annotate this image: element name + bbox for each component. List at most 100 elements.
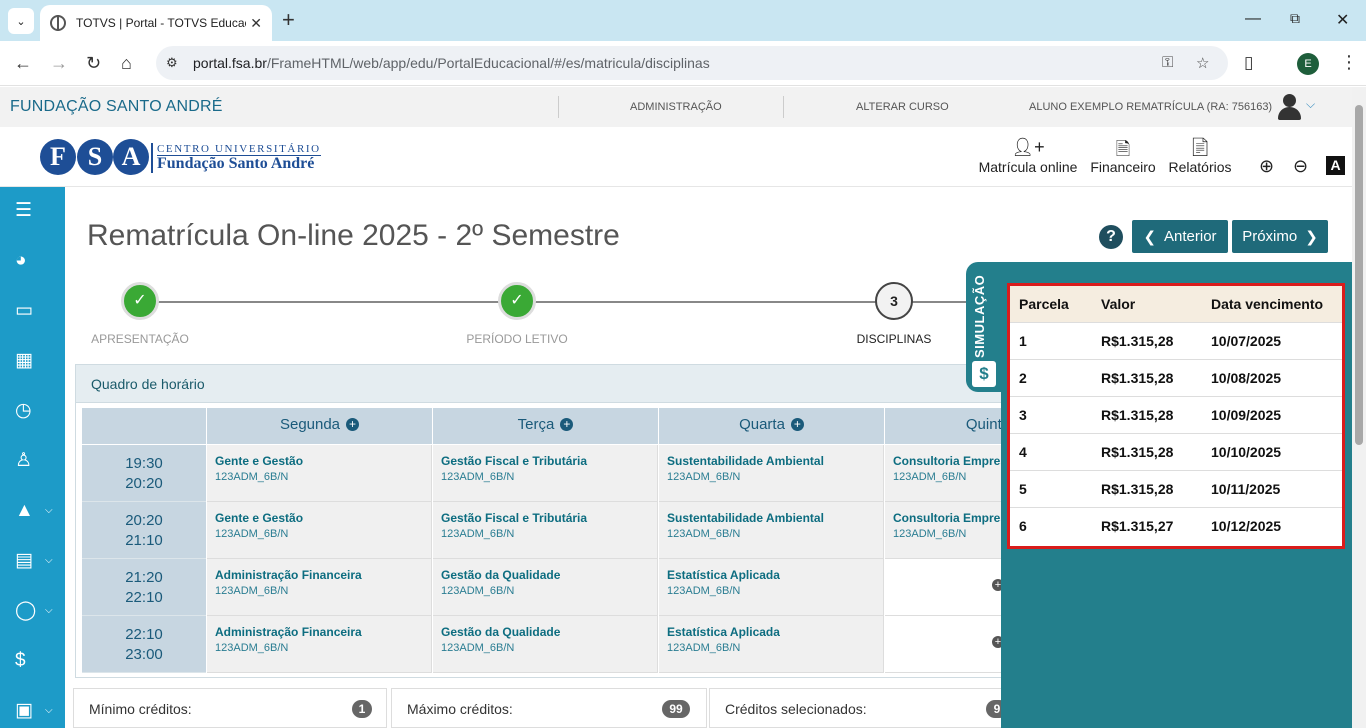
day-label: Quinta [965, 416, 1004, 433]
schedule-cell[interactable]: Gestão Fiscal e Tributária 123ADM_6B/N [433, 502, 658, 559]
window-close-icon[interactable]: ✕ [1336, 10, 1349, 30]
column-header: Valor [1101, 296, 1136, 312]
chevron-down-icon[interactable]: ⌵ [1306, 97, 1315, 112]
admin-link[interactable]: ADMINISTRAÇÃO [630, 101, 722, 113]
schedule-cell[interactable]: Estatística Aplicada 123ADM_6B/N [659, 616, 884, 673]
schedule-cell[interactable]: Consultoria Empresarial 123ADM_6B/N [885, 502, 1004, 559]
add-circle-icon[interactable]: + [346, 418, 360, 431]
profile-avatar[interactable]: E [1297, 53, 1319, 75]
minimize-icon[interactable]: — [1245, 10, 1261, 28]
schedule-cell[interactable]: Gente e Gestão 123ADM_6B/N [207, 502, 432, 559]
time-column-header [82, 408, 207, 444]
time-slot: 20:20 21:10 [82, 502, 206, 559]
step-3-number[interactable]: 3 [875, 282, 913, 320]
installment-value: R$1.315,28 [1101, 444, 1174, 460]
contrast-icon[interactable]: A [1326, 156, 1345, 175]
add-circle-icon[interactable]: + [790, 418, 804, 431]
subject-name: Consultoria Empresarial [893, 454, 1004, 468]
subject-name: Gestão Fiscal e Tributária [441, 511, 588, 525]
page-title: Rematrícula On-line 2025 - 2º Semestre [87, 219, 620, 252]
logo-divider [151, 143, 153, 173]
browser-tab-strip: ⌄ TOTVS | Portal - TOTVS Educaci ✕ + — ⧉… [0, 0, 1366, 41]
subject-name: Sustentabilidade Ambiental [667, 511, 824, 525]
schedule-cell[interactable]: Gestão da Qualidade 123ADM_6B/N [433, 559, 658, 616]
change-course-link[interactable]: ALTERAR CURSO [856, 101, 949, 113]
back-icon[interactable]: ← [14, 53, 32, 73]
schedule-cell[interactable]: Gente e Gestão 123ADM_6B/N [207, 445, 432, 502]
browser-tab[interactable]: TOTVS | Portal - TOTVS Educaci ✕ [40, 5, 272, 41]
step-2-check-icon[interactable]: ✓ [498, 282, 536, 320]
schedule-cell[interactable]: Gestão da Qualidade 123ADM_6B/N [433, 616, 658, 673]
tab-search-icon[interactable]: ⌄ [8, 8, 34, 34]
zoom-in-icon[interactable]: ⊕ [1259, 156, 1274, 177]
dollar-icon[interactable]: $ [972, 361, 996, 387]
help-icon[interactable]: ? [1099, 225, 1123, 249]
installment-row: 3 R$1.315,28 10/09/2025 [1010, 397, 1342, 434]
time-slot: 19:30 20:20 [82, 445, 206, 502]
nav-finance[interactable]: 🗎︎ Financeiro [1089, 137, 1157, 175]
schedule-cell[interactable]: Gestão Fiscal e Tributária 123ADM_6B/N [433, 445, 658, 502]
max-credits-badge: 99 [662, 700, 690, 718]
sidebar-item-finance[interactable]: $ [0, 641, 65, 681]
installment-due-date: 10/11/2025 [1211, 481, 1281, 497]
previous-button-label: Anterior [1164, 228, 1217, 245]
step-1-check-icon[interactable]: ✓ [121, 282, 159, 320]
sidebar-item-ideas[interactable]: ◯ ⌵ [0, 591, 65, 631]
sidebar-item-enrollment[interactable]: ♙ [0, 441, 65, 481]
sidebar-menu[interactable]: ☰ [0, 191, 65, 231]
chevron-down-icon: ⌵ [45, 505, 53, 516]
user-avatar[interactable] [1276, 94, 1302, 120]
column-header: Parcela [1019, 296, 1069, 312]
class-code: 123ADM_6B/N [667, 642, 741, 654]
class-code: 123ADM_6B/N [441, 471, 515, 483]
sidebar-item-history[interactable]: ◷ [0, 391, 65, 431]
close-tab-icon[interactable]: ✕ [250, 15, 262, 32]
day-label: Segunda [279, 416, 341, 433]
slot-end: 22:10 [125, 589, 163, 606]
next-button[interactable]: Próximo ❯ [1232, 220, 1328, 253]
subject-name: Estatística Aplicada [667, 625, 780, 639]
password-key-icon[interactable]: ⚿ [1162, 54, 1173, 71]
extensions-icon[interactable]: ▯ [1244, 53, 1253, 73]
schedule-cell-empty[interactable]: + [885, 616, 1004, 673]
previous-button[interactable]: ❮ Anterior [1132, 220, 1228, 253]
sidebar-item-dashboard[interactable]: ◕ [0, 241, 65, 281]
installment-number: 1 [1019, 333, 1027, 349]
sidebar-item-apps[interactable]: ▦ [0, 341, 65, 381]
home-icon[interactable]: ⌂ [121, 53, 132, 73]
bookmark-star-icon[interactable]: ☆ [1196, 54, 1209, 72]
restore-icon[interactable]: ⧉ [1290, 10, 1300, 27]
schedule-cell[interactable]: Sustentabilidade Ambiental 123ADM_6B/N [659, 502, 884, 559]
subject-name: Gestão da Qualidade [441, 625, 561, 639]
nav-reports[interactable]: 📄︎ Relatórios [1167, 137, 1233, 175]
page-scrollbar[interactable] [1352, 87, 1366, 728]
browser-menu-icon[interactable]: ⋮ [1340, 52, 1358, 73]
sidebar-item-desktop[interactable]: ▭ [0, 291, 65, 331]
add-circle-icon[interactable]: + [560, 418, 574, 431]
chevron-down-icon: ⌵ [45, 555, 53, 566]
site-info-icon[interactable]: ⚙ [166, 55, 178, 71]
sidebar-item-academic[interactable]: ▲ ⌵ [0, 491, 65, 531]
divider [558, 96, 559, 118]
nav-enrollment[interactable]: 👤︎+ Matrícula online [978, 137, 1078, 175]
forward-icon[interactable]: → [50, 53, 68, 73]
lightbulb-icon: ◯ [15, 600, 37, 621]
sidebar-item-library[interactable]: ▣ ⌵ [0, 691, 65, 728]
sidebar-item-clipboard[interactable]: ▤ ⌵ [0, 541, 65, 581]
stepper-line [518, 301, 894, 303]
schedule-cell-empty[interactable]: + [885, 559, 1004, 616]
chevron-right-icon: ❯ [1305, 228, 1318, 246]
min-credits-badge: 1 [352, 700, 372, 718]
schedule-cell[interactable]: Administração Financeira 123ADM_6B/N [207, 616, 432, 673]
schedule-cell[interactable]: Consultoria Empresarial 123ADM_6B/N [885, 445, 1004, 502]
scrollbar-thumb[interactable] [1355, 105, 1363, 445]
new-tab-icon[interactable]: + [282, 9, 295, 31]
reload-icon[interactable]: ↻ [86, 53, 101, 73]
zoom-out-icon[interactable]: ⊖ [1293, 156, 1308, 177]
clipboard-icon: ▤ [15, 550, 33, 571]
installment-value: R$1.315,28 [1101, 481, 1174, 497]
address-bar[interactable]: ⚙ portal.fsa.br/FrameHTML/web/app/edu/Po… [156, 46, 1228, 80]
schedule-cell[interactable]: Estatística Aplicada 123ADM_6B/N [659, 559, 884, 616]
schedule-cell[interactable]: Administração Financeira 123ADM_6B/N [207, 559, 432, 616]
schedule-cell[interactable]: Sustentabilidade Ambiental 123ADM_6B/N [659, 445, 884, 502]
